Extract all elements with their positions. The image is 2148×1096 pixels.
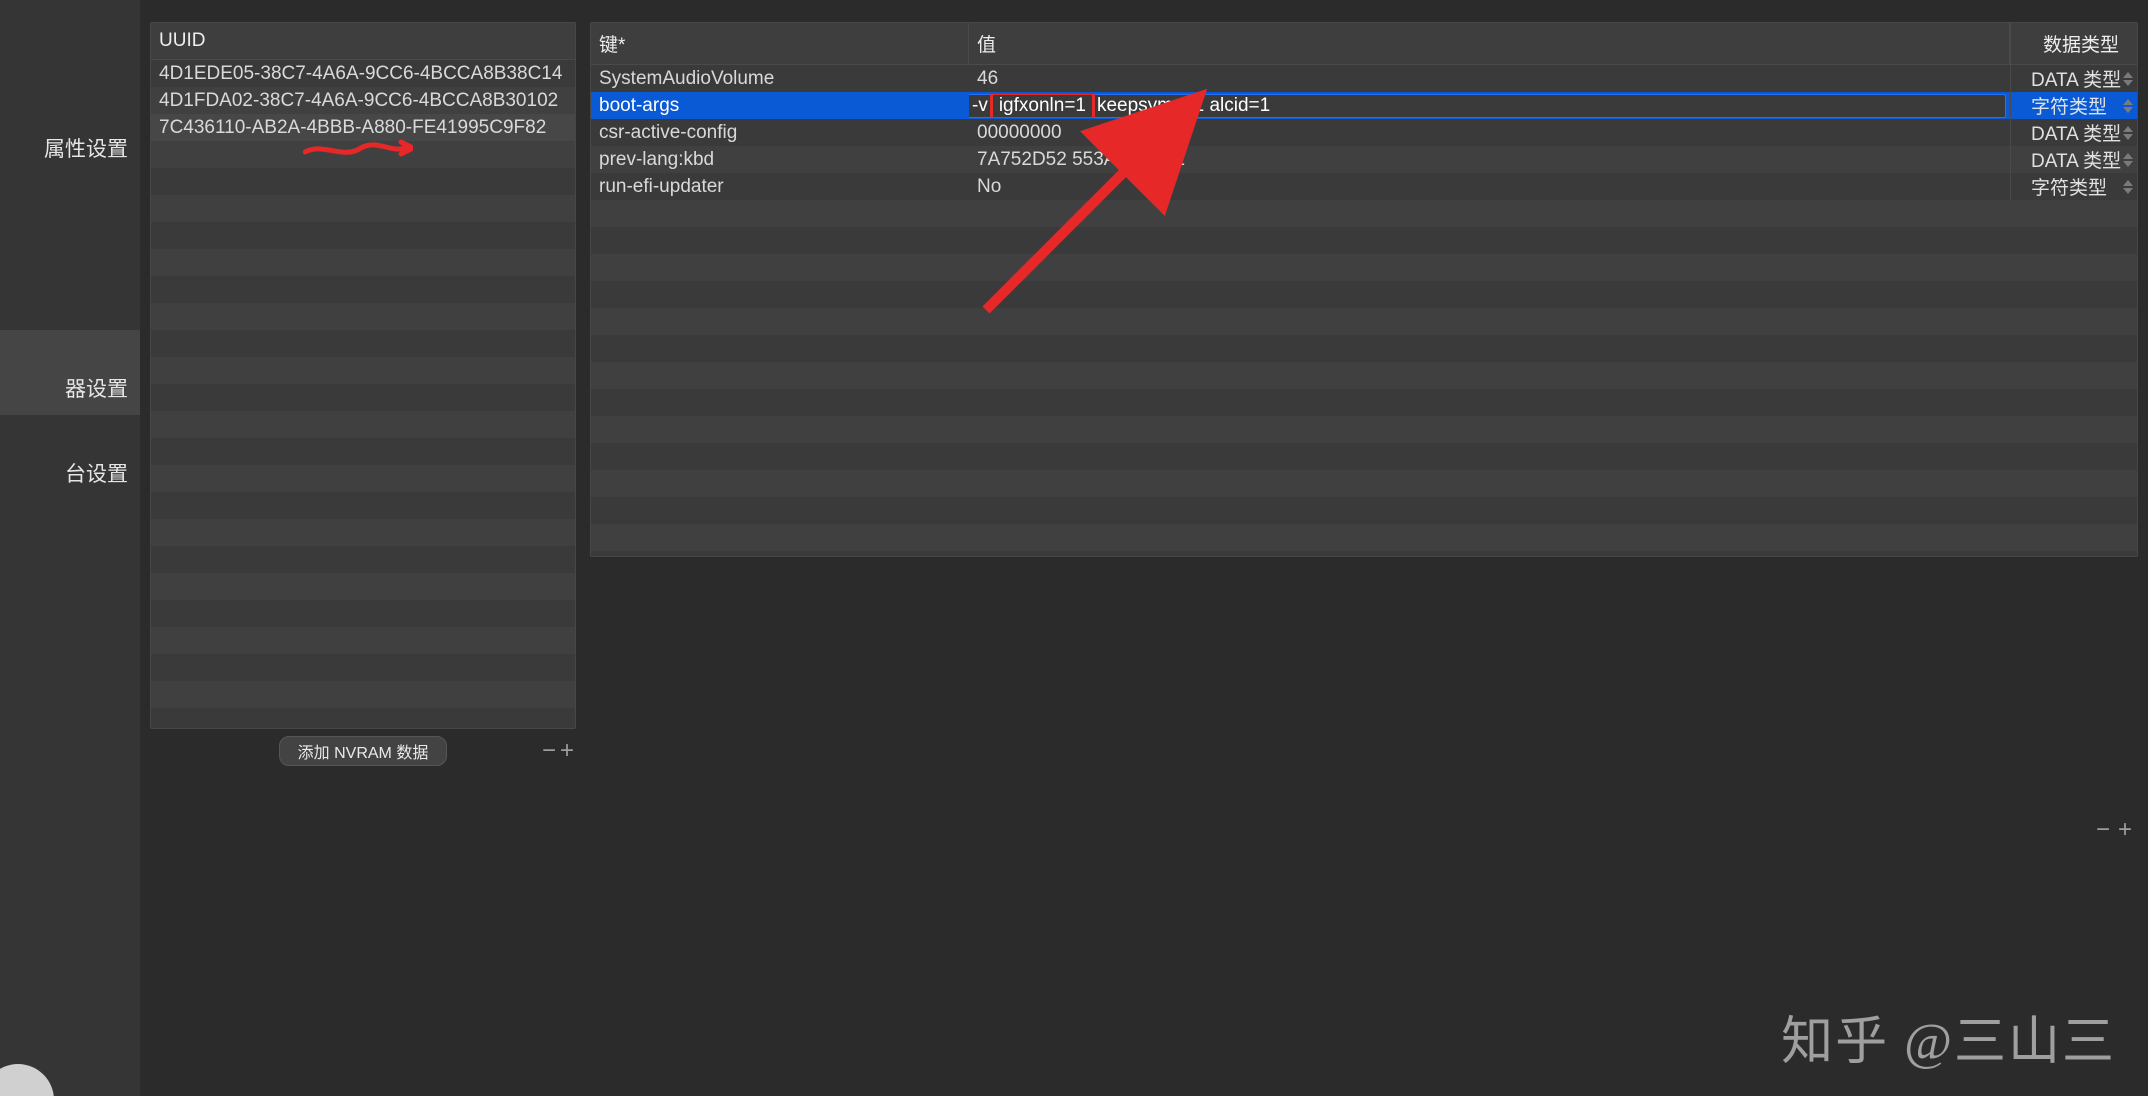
kv-key-cell: csr-active-config — [591, 122, 969, 144]
table-row[interactable]: prev-lang:kbd7A752D52 553A3235 32DATA 类型 — [591, 146, 2137, 173]
chevron-updown-icon — [2121, 70, 2135, 88]
table-row[interactable] — [151, 708, 575, 728]
uuid-table-header: UUID — [151, 23, 575, 60]
table-row[interactable] — [591, 200, 2137, 227]
sidebar-item-properties[interactable]: 属性设置 — [0, 90, 140, 175]
uuid-header-cell[interactable]: UUID — [151, 23, 575, 59]
sidebar-item-label: 台设置 — [65, 458, 128, 488]
table-row[interactable] — [151, 681, 575, 708]
table-row[interactable] — [151, 411, 575, 438]
avatar — [0, 1064, 54, 1096]
kv-table-header: 键* 值 数据类型 — [591, 23, 2137, 65]
table-row[interactable] — [591, 389, 2137, 416]
kv-value-cell[interactable]: 46 — [969, 68, 2010, 90]
annotation-highlight-box: igfxonln=1 — [990, 94, 1095, 118]
uuid-cell: 4D1EDE05-38C7-4A6A-9CC6-4BCCA8B38C14 — [151, 63, 575, 85]
table-row[interactable]: 4D1EDE05-38C7-4A6A-9CC6-4BCCA8B38C14 — [151, 60, 575, 87]
table-row[interactable] — [151, 195, 575, 222]
watermark: 知乎 @三山三 — [1781, 999, 2116, 1074]
table-row[interactable] — [151, 330, 575, 357]
sidebar-item-device[interactable]: 器设置 — [0, 330, 140, 415]
table-row[interactable] — [591, 416, 2137, 443]
table-row[interactable]: run-efi-updaterNo字符类型 — [591, 173, 2137, 200]
table-row[interactable] — [151, 654, 575, 681]
uuid-table-body: 4D1EDE05-38C7-4A6A-9CC6-4BCCA8B38C14 4D1F… — [151, 60, 575, 728]
kv-type-cell[interactable]: DATA 类型 — [2010, 65, 2137, 92]
kv-type-cell[interactable]: 字符类型 — [2010, 173, 2137, 200]
kv-key-cell: run-efi-updater — [591, 176, 969, 198]
kv-header-key[interactable]: 键* — [591, 23, 969, 64]
kv-value-cell[interactable]: No — [969, 176, 2010, 198]
uuid-cell: 4D1FDA02-38C7-4A6A-9CC6-4BCCA8B30102 — [151, 90, 575, 112]
table-row[interactable] — [151, 465, 575, 492]
table-row[interactable]: 7C436110-AB2A-4BBB-A880-FE41995C9F82 — [151, 114, 575, 141]
table-row[interactable] — [151, 519, 575, 546]
table-row[interactable] — [151, 357, 575, 384]
add-uuid-button[interactable]: + — [558, 742, 576, 760]
kv-type-cell[interactable]: DATA 类型 — [2010, 119, 2137, 146]
table-row[interactable] — [151, 168, 575, 195]
table-row[interactable] — [151, 546, 575, 573]
table-row[interactable] — [591, 227, 2137, 254]
table-row[interactable] — [151, 438, 575, 465]
kv-header-value[interactable]: 值 — [969, 23, 2010, 64]
kv-key-cell: boot-args — [591, 95, 969, 117]
table-row[interactable] — [591, 308, 2137, 335]
table-row[interactable] — [591, 281, 2137, 308]
kv-key-cell: prev-lang:kbd — [591, 149, 969, 171]
add-kv-button[interactable]: + — [2116, 821, 2134, 839]
table-row[interactable] — [591, 551, 2137, 556]
table-row[interactable] — [591, 335, 2137, 362]
sidebar-item-platform[interactable]: 台设置 — [0, 415, 140, 500]
table-row[interactable] — [591, 497, 2137, 524]
chevron-updown-icon — [2121, 151, 2135, 169]
kv-type-cell[interactable]: DATA 类型 — [2010, 146, 2137, 173]
chevron-updown-icon — [2121, 124, 2135, 142]
table-row[interactable] — [591, 524, 2137, 551]
table-row[interactable] — [591, 254, 2137, 281]
table-row[interactable] — [151, 222, 575, 249]
table-row[interactable] — [151, 141, 575, 168]
uuid-panel: UUID 4D1EDE05-38C7-4A6A-9CC6-4BCCA8B38C1… — [150, 22, 576, 729]
table-row[interactable] — [151, 492, 575, 519]
sidebar: 属性设置 器设置 台设置 — [0, 0, 140, 1096]
table-row[interactable] — [591, 362, 2137, 389]
table-row[interactable] — [151, 384, 575, 411]
remove-kv-button[interactable]: − — [2094, 821, 2112, 839]
table-row[interactable] — [591, 470, 2137, 497]
table-row[interactable]: boot-args-v igfxonln=1 keepsyms=1 alcid=… — [591, 92, 2137, 119]
table-row[interactable] — [591, 443, 2137, 470]
uuid-footer: 添加 NVRAM 数据 − + — [150, 735, 576, 767]
kv-key-cell: SystemAudioVolume — [591, 68, 969, 90]
sidebar-item-label: 器设置 — [65, 373, 128, 403]
add-nvram-button[interactable]: 添加 NVRAM 数据 — [279, 736, 448, 766]
main-area: UUID 4D1EDE05-38C7-4A6A-9CC6-4BCCA8B38C1… — [140, 0, 2148, 1096]
sidebar-item-label: 属性设置 — [44, 133, 128, 163]
table-row[interactable]: 4D1FDA02-38C7-4A6A-9CC6-4BCCA8B30102 — [151, 87, 575, 114]
table-row[interactable] — [151, 600, 575, 627]
kv-type-cell[interactable]: 字符类型 — [2010, 92, 2137, 119]
kv-value-cell[interactable]: 00000000 — [969, 122, 2010, 144]
table-row[interactable] — [151, 276, 575, 303]
kv-panel: 键* 值 数据类型 SystemAudioVolume46DATA 类型boot… — [590, 22, 2138, 557]
chevron-updown-icon — [2121, 97, 2135, 115]
table-row[interactable] — [151, 303, 575, 330]
table-row[interactable] — [151, 627, 575, 654]
table-row[interactable]: csr-active-config00000000DATA 类型 — [591, 119, 2137, 146]
chevron-updown-icon — [2121, 178, 2135, 196]
uuid-cell: 7C436110-AB2A-4BBB-A880-FE41995C9F82 — [151, 117, 575, 139]
value-edit-field[interactable]: -v igfxonln=1 keepsyms=1 alcid=1 — [969, 94, 2006, 118]
table-row[interactable] — [151, 573, 575, 600]
kv-header-type[interactable]: 数据类型 — [2010, 23, 2137, 64]
table-row[interactable]: SystemAudioVolume46DATA 类型 — [591, 65, 2137, 92]
kv-value-cell[interactable]: 7A752D52 553A3235 32 — [969, 149, 2010, 171]
sidebar-item-2[interactable] — [0, 175, 140, 230]
remove-uuid-button[interactable]: − — [540, 742, 558, 760]
table-row[interactable] — [151, 249, 575, 276]
kv-value-cell[interactable]: -v igfxonln=1 keepsyms=1 alcid=1 — [969, 94, 2010, 118]
sidebar-item-0[interactable] — [0, 35, 140, 90]
kv-table-body: SystemAudioVolume46DATA 类型boot-args-v ig… — [591, 65, 2137, 556]
